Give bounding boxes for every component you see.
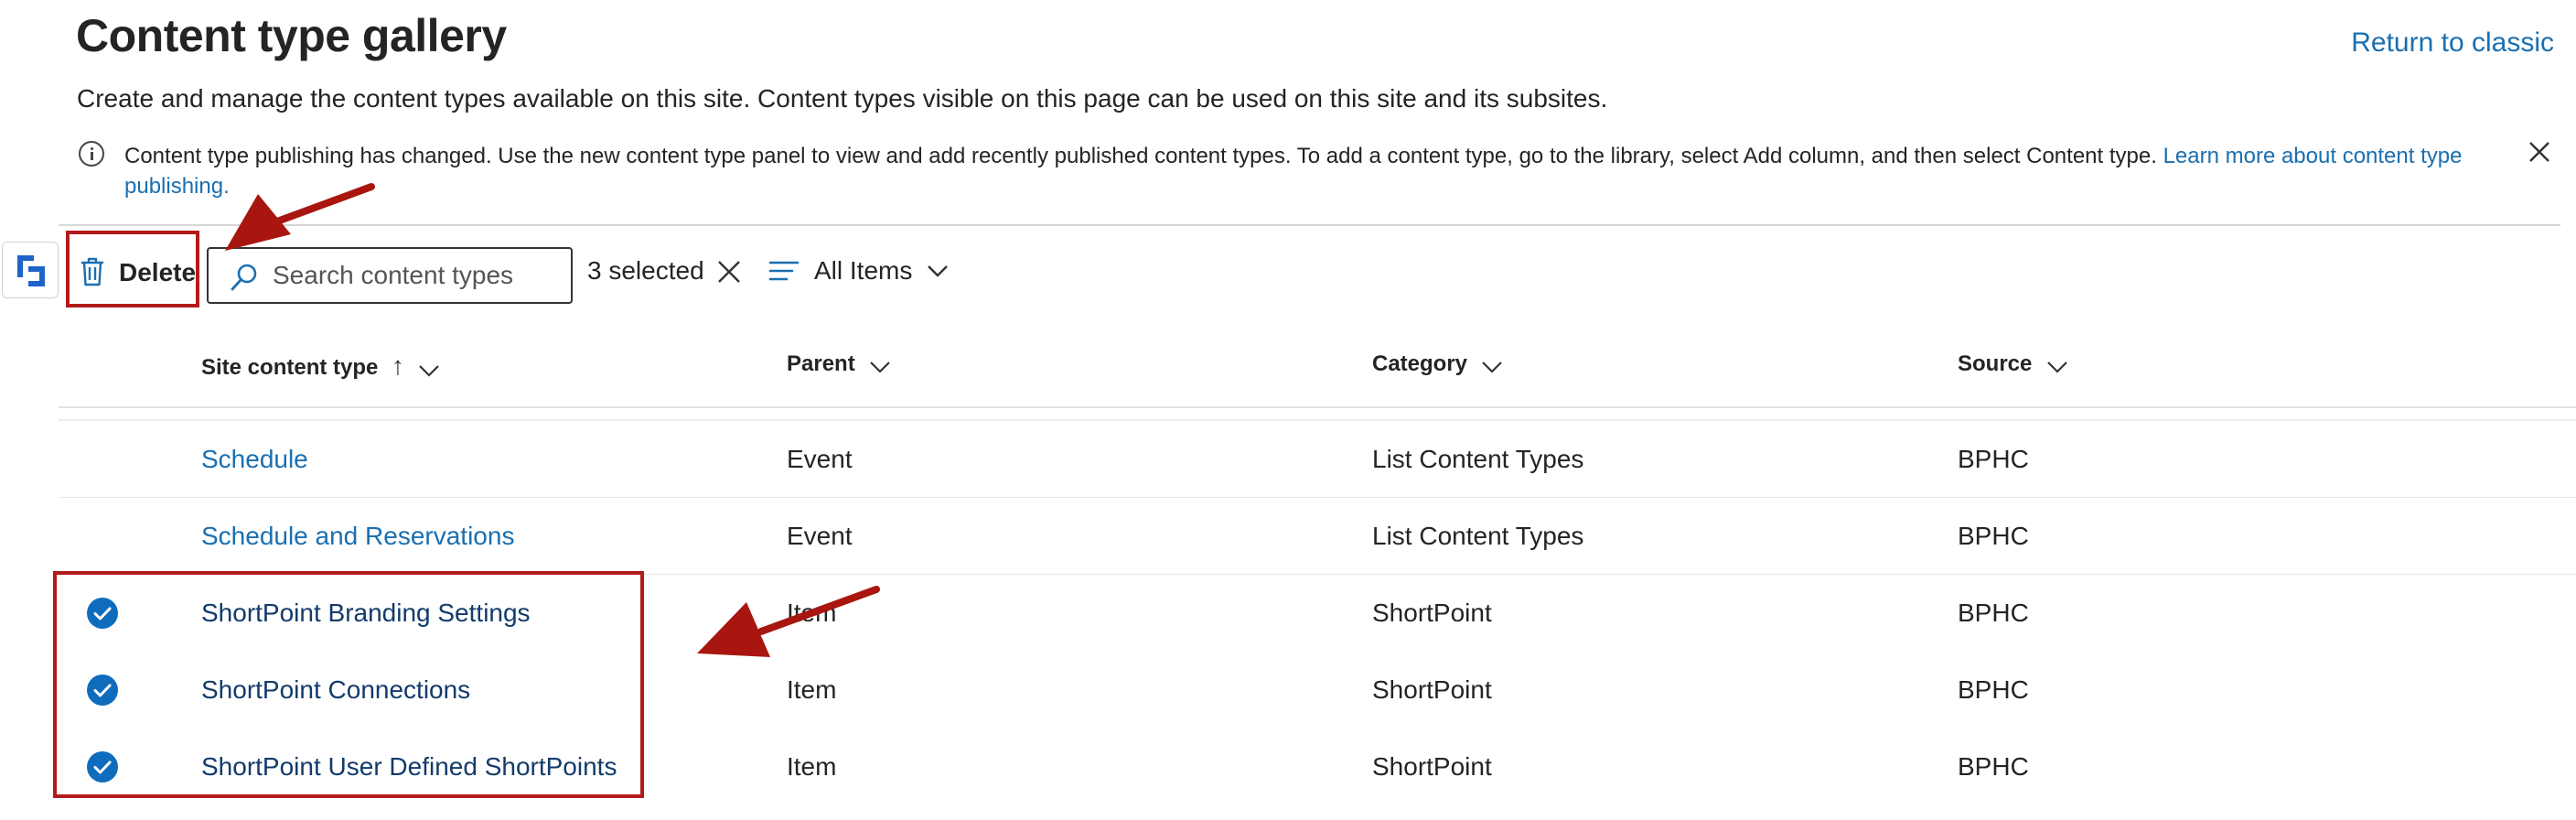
chevron-down-icon (928, 265, 948, 277)
category-cell: ShortPoint (1372, 599, 1492, 627)
search-box[interactable] (207, 247, 573, 304)
divider (59, 224, 2560, 226)
column-label: Site content type (201, 355, 379, 380)
column-header-category[interactable]: Category (1372, 351, 1504, 388)
category-cell: ShortPoint (1372, 752, 1492, 781)
category-cell: List Content Types (1372, 522, 1584, 550)
annotation-selection-box (53, 571, 644, 798)
table-row[interactable]: Schedule and Reservations Event List Con… (59, 498, 2576, 575)
content-type-link[interactable]: Schedule and Reservations (201, 522, 514, 551)
page-description: Create and manage the content types avai… (77, 84, 1608, 113)
delete-button[interactable]: Delete (66, 231, 199, 308)
trash-icon (81, 257, 103, 286)
divider (59, 406, 2576, 408)
list-view-icon (768, 261, 800, 281)
category-cell: List Content Types (1372, 445, 1584, 473)
parent-cell: Item (787, 752, 837, 781)
info-message: Content type publishing has changed. Use… (124, 144, 2157, 168)
info-message-bar: Content type publishing has changed. Use… (79, 137, 2549, 203)
source-cell: BPHC (1958, 752, 2029, 781)
chevron-down-icon (419, 364, 440, 377)
column-header-source[interactable]: Source (1958, 351, 2069, 388)
column-label: Parent (787, 351, 855, 376)
return-to-classic-link[interactable]: Return to classic (2351, 27, 2554, 59)
info-message-text: Content type publishing has changed. Use… (124, 141, 2567, 201)
parent-cell: Event (787, 522, 853, 550)
info-icon (79, 141, 104, 167)
delete-label: Delete (119, 258, 197, 286)
source-cell: BPHC (1958, 522, 2029, 550)
view-selector[interactable]: All Items (768, 245, 961, 297)
search-input[interactable] (273, 258, 556, 293)
clear-selection-icon[interactable] (715, 258, 743, 286)
parent-cell: Event (787, 445, 853, 473)
page-title: Content type gallery (76, 10, 507, 61)
column-header-parent[interactable]: Parent (787, 351, 892, 388)
content-type-link[interactable]: Schedule (201, 445, 308, 474)
column-header-site-content-type[interactable]: Site content type ↑ (201, 351, 441, 388)
source-cell: BPHC (1958, 599, 2029, 627)
category-cell: ShortPoint (1372, 675, 1492, 704)
search-icon (231, 264, 257, 291)
view-label: All Items (814, 256, 913, 285)
close-icon[interactable] (2527, 139, 2552, 165)
column-label: Category (1372, 351, 1468, 376)
sort-ascending-icon: ↑ (391, 351, 404, 380)
selected-count: 3 selected (587, 256, 704, 285)
chevron-down-icon (1482, 361, 1503, 373)
chevron-down-icon (2047, 361, 2067, 373)
parent-cell: Item (787, 675, 837, 704)
column-label: Source (1958, 351, 2033, 376)
app-logo[interactable] (2, 242, 59, 298)
source-cell: BPHC (1958, 445, 2029, 473)
chevron-down-icon (870, 361, 890, 373)
table-row[interactable]: Schedule Event List Content Types BPHC (59, 421, 2576, 498)
parent-cell: Item (787, 599, 837, 627)
source-cell: BPHC (1958, 675, 2029, 704)
